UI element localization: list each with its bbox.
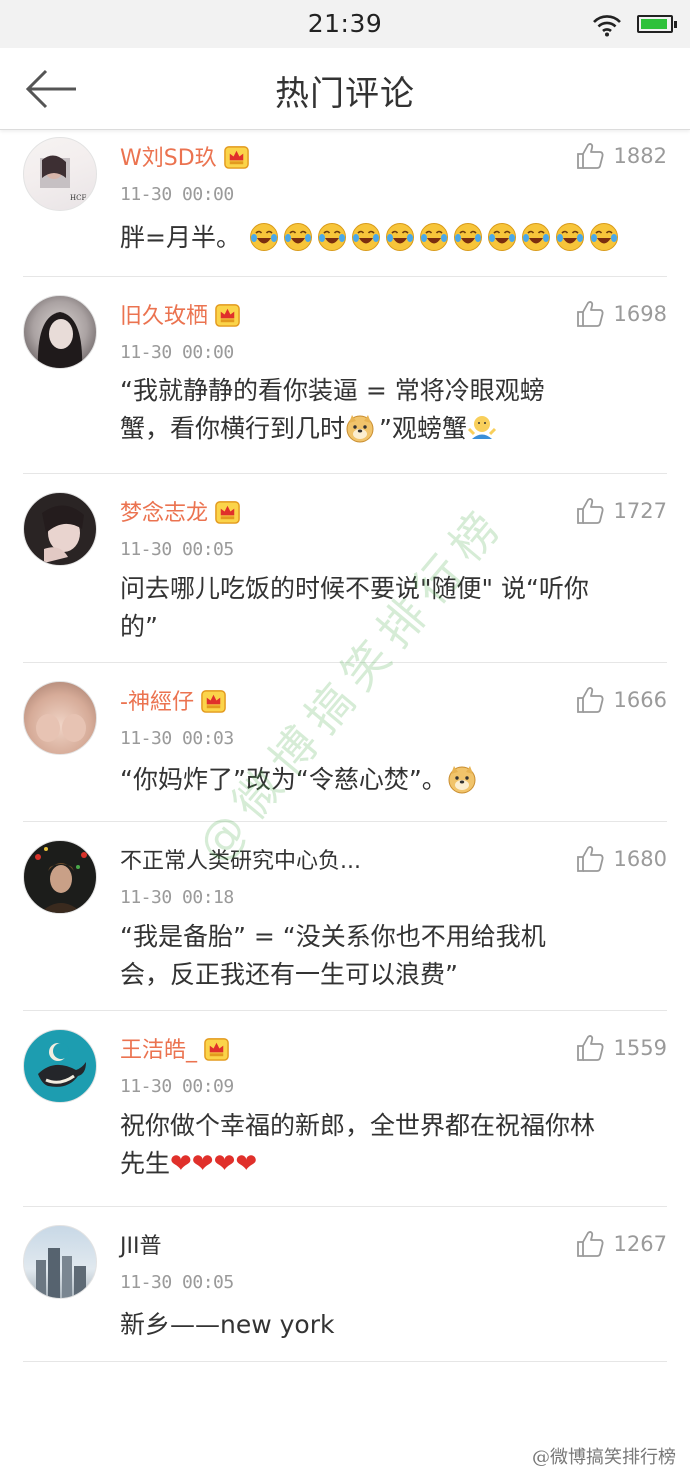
thumbs-up-icon	[575, 1033, 605, 1063]
username[interactable]: W刘SD玖	[120, 140, 250, 172]
like-button[interactable]: 1559	[575, 1033, 667, 1063]
username[interactable]: -神經仔	[120, 684, 227, 716]
doge-emoji-icon	[345, 413, 375, 443]
thumbs-up-icon	[575, 299, 605, 329]
crown-icon	[203, 1035, 230, 1062]
laughing-crying-emoji-icon	[385, 222, 415, 252]
comment-time: 11-30 00:03	[120, 728, 234, 749]
comment-item: 不正常人类研究中心负... 11-30 00:18 1680 “我是备胎” = …	[23, 822, 667, 1011]
crown-icon	[214, 301, 241, 328]
crown-icon	[214, 498, 241, 525]
avatar[interactable]	[23, 840, 97, 914]
laughing-crying-emoji-icon	[487, 222, 517, 252]
comment-time: 11-30 00:05	[120, 539, 234, 560]
comment-time: 11-30 00:05	[120, 1272, 234, 1293]
comment-time: 11-30 00:09	[120, 1076, 234, 1097]
avatar[interactable]	[23, 492, 97, 566]
like-button[interactable]: 1727	[575, 496, 667, 526]
avatar[interactable]	[23, 1225, 97, 1299]
thumbs-up-icon	[575, 496, 605, 526]
avatar[interactable]: HCF	[23, 137, 97, 211]
comment-text: “你妈炸了”改为“令慈心焚”。	[120, 761, 667, 799]
comment-list: HCF W刘SD玖 11-30 00:00 1882 胖=月半。 旧久玫栖 11…	[0, 131, 690, 1362]
comment-text: 问去哪儿吃饭的时候不要说"随便" 说“听你 的”	[120, 574, 589, 641]
doge-emoji-icon	[447, 764, 477, 794]
like-button[interactable]: 1882	[575, 141, 667, 171]
crown-icon	[223, 143, 250, 170]
username[interactable]: 王洁皓_	[120, 1032, 230, 1064]
like-button[interactable]: 1680	[575, 844, 667, 874]
comment-item: 旧久玫栖 11-30 00:00 1698 “我就静静的看你装逼 = 常将冷眼观…	[23, 277, 667, 474]
laughing-crying-emoji-icon	[249, 222, 279, 252]
status-bar: 21:39	[0, 0, 690, 48]
username[interactable]: 不正常人类研究中心负...	[120, 843, 361, 875]
like-count: 1698	[613, 302, 667, 326]
nav-bar: 热门评论	[0, 48, 690, 130]
like-count: 1559	[613, 1036, 667, 1060]
comment-item: HCF W刘SD玖 11-30 00:00 1882 胖=月半。	[23, 131, 667, 277]
username[interactable]: 梦念志龙	[120, 495, 241, 527]
like-count: 1680	[613, 847, 667, 871]
avatar[interactable]	[23, 681, 97, 755]
avatar[interactable]	[23, 1029, 97, 1103]
page-title: 热门评论	[275, 74, 415, 114]
comment-item: 王洁皓_ 11-30 00:09 1559 祝你做个幸福的新郎，全世界都在祝福你…	[23, 1011, 667, 1207]
thumbs-up-icon	[575, 685, 605, 715]
like-count: 1727	[613, 499, 667, 523]
like-button[interactable]: 1666	[575, 685, 667, 715]
like-button[interactable]: 1698	[575, 299, 667, 329]
comment-item: -神經仔 11-30 00:03 1666 “你妈炸了”改为“令慈心焚”。	[23, 663, 667, 822]
thumbs-up-icon	[575, 141, 605, 171]
like-count: 1882	[613, 144, 667, 168]
like-count: 1666	[613, 688, 667, 712]
comment-text: “我就静静的看你装逼 = 常将冷眼观螃 蟹，看你横行到几时 ”观螃蟹	[120, 376, 545, 443]
bottom-watermark: @微博搞笑排行榜	[532, 1447, 676, 1468]
laughing-crying-emoji-icon	[317, 222, 347, 252]
crown-icon	[200, 687, 227, 714]
avatar[interactable]	[23, 295, 97, 369]
wifi-icon	[593, 15, 621, 37]
like-button[interactable]: 1267	[575, 1229, 667, 1259]
comment-text: 胖=月半。	[120, 219, 667, 257]
laughing-crying-emoji-icon	[453, 222, 483, 252]
username[interactable]: JII普	[120, 1228, 161, 1260]
status-time: 21:39	[307, 9, 383, 38]
laughing-crying-emoji-icon	[419, 222, 449, 252]
thumbs-up-icon	[575, 1229, 605, 1259]
battery-icon	[637, 15, 677, 33]
comment-time: 11-30 00:00	[120, 342, 234, 363]
comment-time: 11-30 00:00	[120, 184, 234, 205]
comment-text: “我是备胎” = “没关系你也不用给我机 会，反正我还有一生可以浪费”	[120, 922, 546, 989]
heart-icon: ❤❤❤❤	[170, 1149, 258, 1179]
laughing-crying-emoji-icon	[555, 222, 585, 252]
laughing-crying-emoji-icon	[589, 222, 619, 252]
comment-text: 祝你做个幸福的新郎，全世界都在祝福你林 先生❤❤❤❤	[120, 1111, 596, 1179]
svg-text:HCF: HCF	[70, 194, 86, 202]
shrug-emoji-icon	[467, 413, 497, 443]
thumbs-up-icon	[575, 844, 605, 874]
comment-text: 新乡——new york	[120, 1310, 335, 1339]
comment-item: 梦念志龙 11-30 00:05 1727 问去哪儿吃饭的时候不要说"随便" 说…	[23, 474, 667, 663]
laughing-crying-emoji-icon	[351, 222, 381, 252]
laughing-crying-emoji-icon	[521, 222, 551, 252]
comment-item: JII普 11-30 00:05 1267 新乡——new york	[23, 1207, 667, 1362]
comment-time: 11-30 00:18	[120, 887, 234, 908]
like-count: 1267	[613, 1232, 667, 1256]
username[interactable]: 旧久玫栖	[120, 298, 241, 330]
laughing-crying-emoji-icon	[283, 222, 313, 252]
